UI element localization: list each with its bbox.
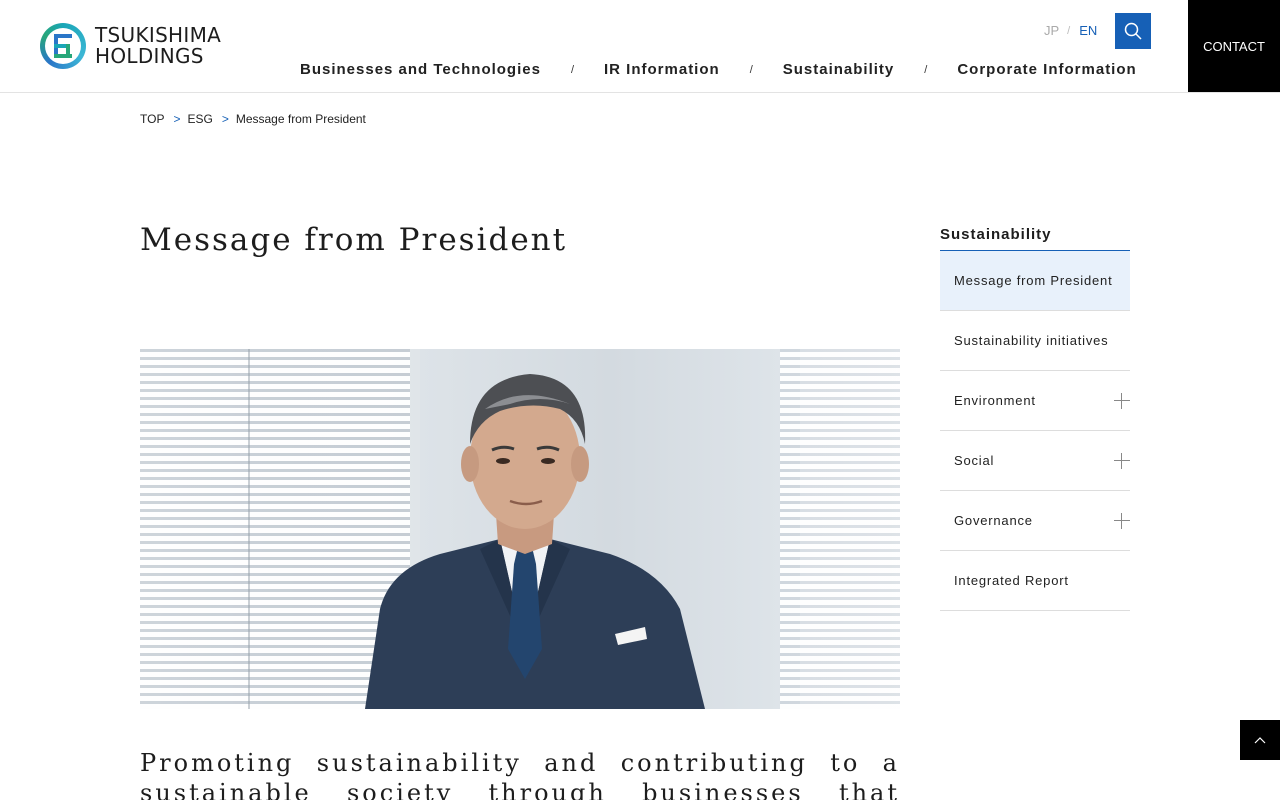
- nav-corporate-information[interactable]: Corporate Information: [957, 61, 1136, 78]
- breadcrumb-separator: >: [173, 112, 181, 126]
- logo-line1: TSUKISHIMA: [95, 23, 222, 47]
- nav-separator: /: [924, 63, 928, 76]
- sidebar-item-label: Message from President: [954, 273, 1113, 288]
- sidebar-item-social[interactable]: Social: [940, 431, 1130, 491]
- search-icon: [1124, 22, 1142, 40]
- plus-icon[interactable]: [1114, 392, 1130, 409]
- lang-jp-link[interactable]: JP: [1044, 23, 1059, 38]
- search-button[interactable]: [1115, 13, 1151, 49]
- sidebar-item-label: Environment: [954, 393, 1036, 408]
- breadcrumb-esg[interactable]: ESG: [187, 112, 212, 126]
- nav-separator: /: [749, 63, 753, 76]
- site-header: TSUKISHIMA HOLDINGS JP / EN Businesses a…: [0, 0, 1280, 93]
- breadcrumb-top[interactable]: TOP: [140, 112, 164, 126]
- breadcrumb: TOP > ESG > Message from President: [140, 112, 366, 126]
- language-switcher: JP / EN: [1044, 23, 1097, 38]
- page-top-button[interactable]: [1240, 720, 1280, 760]
- sidebar-item-label: Sustainability initiatives: [954, 333, 1109, 348]
- president-figure: [365, 374, 705, 709]
- sidebar-item-environment[interactable]: Environment: [940, 371, 1130, 431]
- sidebar-item-sustainability-initiatives[interactable]: Sustainability initiatives: [940, 311, 1130, 371]
- breadcrumb-current: Message from President: [235, 112, 366, 126]
- sidebar-item-integrated-report[interactable]: Integrated Report: [940, 551, 1130, 611]
- lead-heading: Promoting sustainability and contributin…: [140, 749, 900, 800]
- logo-mark-icon: [40, 23, 86, 69]
- sidebar-title[interactable]: Sustainability: [940, 226, 1130, 251]
- chevron-up-icon: [1254, 737, 1266, 744]
- plus-icon[interactable]: [1114, 512, 1130, 529]
- nav-businesses[interactable]: Businesses and Technologies: [300, 61, 541, 78]
- sidebar-nav: Sustainability Message from President Su…: [940, 226, 1130, 611]
- nav-sustainability[interactable]: Sustainability: [783, 61, 895, 78]
- president-photo: [140, 349, 900, 709]
- logo-line2: HOLDINGS: [95, 44, 204, 68]
- sidebar-item-message-from-president[interactable]: Message from President: [940, 251, 1130, 311]
- sidebar-item-label: Social: [954, 453, 995, 468]
- lang-en-link[interactable]: EN: [1079, 23, 1097, 38]
- plus-icon[interactable]: [1114, 452, 1130, 469]
- contact-button[interactable]: CONTACT: [1188, 0, 1280, 92]
- sidebar-item-label: Governance: [954, 513, 1033, 528]
- lang-separator: /: [1067, 24, 1071, 37]
- page-title: Message from President: [140, 222, 568, 258]
- main-nav: Businesses and Technologies / IR Informa…: [300, 61, 1137, 78]
- nav-ir-information[interactable]: IR Information: [604, 61, 720, 78]
- logo-text: TSUKISHIMA HOLDINGS: [95, 25, 221, 67]
- logo[interactable]: TSUKISHIMA HOLDINGS: [40, 23, 221, 69]
- sidebar-item-governance[interactable]: Governance: [940, 491, 1130, 551]
- nav-separator: /: [570, 63, 575, 76]
- sidebar-item-label: Integrated Report: [954, 573, 1069, 588]
- breadcrumb-separator: >: [221, 112, 229, 126]
